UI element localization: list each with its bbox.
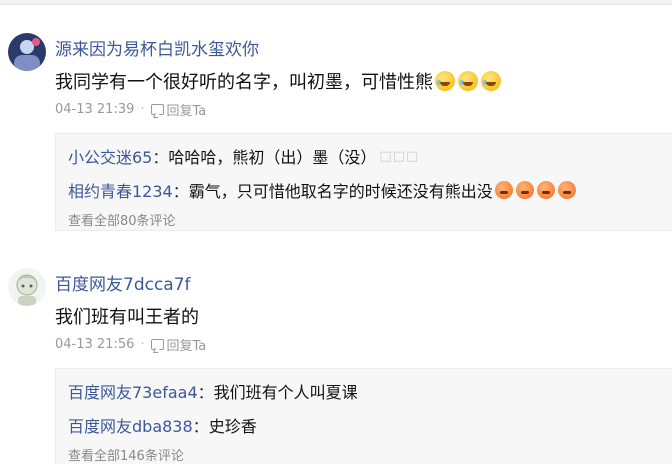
reply-item: 百度网友73efaa4 ： 我们班有个人叫夏课 xyxy=(68,379,358,403)
laugh-cry-emoji-icon xyxy=(435,71,455,91)
comment-time: 04-13 21:39 xyxy=(55,102,135,117)
reply-list: 小公交迷65 ： 哈哈哈，熊初（出）墨（没） □□□ 相约青春1234 ： 霸气… xyxy=(55,133,672,231)
avatar[interactable] xyxy=(8,33,46,71)
meta-separator: · xyxy=(140,102,145,117)
reply-username[interactable]: 百度网友73efaa4 xyxy=(68,379,198,403)
comment-text: 我同学有一个很好听的名字，叫初墨，可惜性熊 xyxy=(55,72,433,93)
comment-content: 我们班有叫王者的 xyxy=(55,303,199,329)
emoji-group xyxy=(494,181,579,199)
angry-emoji-icon xyxy=(515,181,534,199)
top-divider xyxy=(0,0,672,5)
reply-label: 回复Ta xyxy=(166,339,207,354)
reply-item: 百度网友dba838 ： 史珍香 xyxy=(68,413,257,437)
laugh-cry-emoji-icon xyxy=(458,71,478,91)
angry-emoji-icon xyxy=(557,181,576,199)
reply-text: 我们班有个人叫夏课 xyxy=(213,383,358,402)
reply-item: 小公交迷65 ： 哈哈哈，熊初（出）墨（没） □□□ xyxy=(68,144,419,168)
reply-text: 哈哈哈，熊初（出）墨（没） xyxy=(168,148,377,167)
reply-label: 回复Ta xyxy=(166,104,207,119)
reply-text: 霸气，只可惜他取名字的时候还没有熊出没 xyxy=(188,182,493,201)
avatar[interactable] xyxy=(8,268,46,306)
reply-item: 相约青春1234 ： 霸气，只可惜他取名字的时候还没有熊出没 xyxy=(68,178,579,202)
view-all-comments-link[interactable]: 查看全部80条评论 xyxy=(68,210,176,229)
angry-emoji-icon xyxy=(494,181,513,199)
reply-colon: ： xyxy=(192,417,209,436)
meta-separator: · xyxy=(140,337,145,352)
laugh-cry-emoji-icon xyxy=(481,71,501,91)
reply-bubble-icon xyxy=(150,104,164,115)
emoji-group xyxy=(435,71,504,91)
reply-text: 史珍香 xyxy=(208,417,257,436)
reply-button[interactable]: 回复Ta xyxy=(150,335,207,354)
reply-username[interactable]: 小公交迷65 xyxy=(68,144,152,168)
angry-emoji-icon xyxy=(536,181,555,199)
reply-bubble-icon xyxy=(150,339,164,350)
reply-list: 百度网友73efaa4 ： 我们班有个人叫夏课 百度网友dba838 ： 史珍香… xyxy=(55,368,672,464)
comment-username[interactable]: 源来因为易杯白凯水玺欢你 xyxy=(55,35,259,60)
missing-glyph-boxes: □□□ xyxy=(379,148,420,164)
reply-colon: ： xyxy=(197,383,214,402)
view-all-comments-link[interactable]: 查看全部146条评论 xyxy=(68,445,184,464)
reply-colon: ： xyxy=(152,148,169,167)
comment-meta: 04-13 21:56 · 回复Ta xyxy=(55,335,206,354)
comment-time: 04-13 21:56 xyxy=(55,337,135,352)
reply-username[interactable]: 相约青春1234 xyxy=(68,178,173,202)
comment-username[interactable]: 百度网友7dcca7f xyxy=(55,270,191,295)
comment-content: 我同学有一个很好听的名字，叫初墨，可惜性熊 xyxy=(55,68,504,94)
comment-meta: 04-13 21:39 · 回复Ta xyxy=(55,100,206,119)
reply-button[interactable]: 回复Ta xyxy=(150,100,207,119)
reply-colon: ： xyxy=(172,182,189,201)
reply-username[interactable]: 百度网友dba838 xyxy=(68,413,193,437)
comment-text: 我们班有叫王者的 xyxy=(55,307,199,328)
